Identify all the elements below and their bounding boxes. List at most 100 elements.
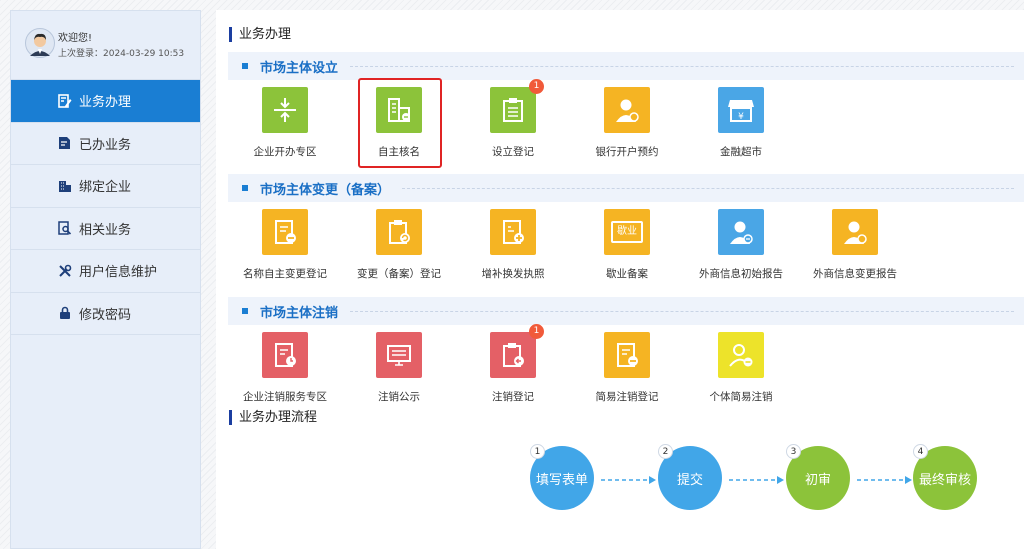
tile-bank-appointment[interactable]: 银行开户预约 [572,87,682,159]
sidebar-item-bind-company[interactable]: 绑定企业 [11,165,200,208]
section-title: 市场主体变更（备案） [260,182,391,198]
tile-cancel-registration[interactable]: 1 注销登记 [458,324,568,404]
sidebar-item-password[interactable]: 修改密码 [11,293,200,335]
flow-arrow-icon [857,476,912,484]
clipboard-refresh-icon [376,209,422,255]
clipboard-back-icon: 1 [490,324,544,378]
section-header-establish: 市场主体设立 [228,52,1024,80]
sidebar-item-label: 已办业务 [79,137,132,153]
tile-change-registration[interactable]: 变更（备案）登记 [344,209,454,281]
sidebar-item-label: 业务办理 [79,95,132,111]
section-bullet-icon [242,63,248,69]
tile-label: 歇业备案 [606,268,648,280]
doc-minus-icon [262,209,308,255]
svg-text:¥: ¥ [738,112,744,122]
flow-title: 业务办理流程 [229,410,317,425]
tile-label: 注销公示 [378,391,420,403]
sidebar-item-label: 相关业务 [79,222,132,238]
tile-individual-simple-cancel[interactable]: 个体简易注销 [686,332,796,404]
sidebar-item-business[interactable]: 业务办理 [11,80,200,123]
flow-arrow-icon [729,476,784,484]
shop-icon: ¥ [718,87,764,133]
tile-cancel-service-zone[interactable]: 企业注销服务专区 [230,332,340,404]
section-header-change: 市场主体变更（备案） [228,174,1024,202]
avatar [25,28,55,58]
flow-arrow-icon [601,476,656,484]
bank-person-icon [604,87,650,133]
step-label: 最终审核 [918,472,971,488]
tile-label: 企业开办专区 [253,146,317,158]
tile-label: 名称自主变更登记 [243,268,327,280]
tile-license-reissue[interactable]: 增补换发执照 [458,209,568,281]
sidebar-item-related[interactable]: 相关业务 [11,208,200,250]
step-label: 提交 [676,472,703,488]
compress-icon [262,87,308,133]
pause-business-label: 歇业 [611,221,643,243]
tile-finance-market[interactable]: ¥ 金融超市 [686,87,796,159]
tile-label: 外商信息变更报告 [813,268,897,280]
tile-label: 企业注销服务专区 [243,391,327,403]
tile-suspension-filing[interactable]: 歇业 歇业备案 [572,209,682,281]
flow-step-fill-form: 1 填写表单 [530,444,594,510]
lock-icon [57,305,73,321]
section-bullet-icon [242,185,248,191]
doc-clock-icon [262,332,308,378]
person-doc-icon [718,209,764,255]
tile-foreign-initial-report[interactable]: 外商信息初始报告 [686,209,796,281]
step-number: 4 [913,444,928,459]
flow-step-final-review: 4 最终审核 [913,444,977,510]
tile-label: 注销登记 [492,391,534,403]
done-doc-icon [57,135,73,151]
person-refresh-icon [832,209,878,255]
search-doc-icon [57,220,73,236]
step-number: 2 [658,444,673,459]
tile-registration[interactable]: 1 设立登记 [458,79,568,159]
tile-cancel-notice[interactable]: 注销公示 [344,332,454,404]
sidebar-item-label: 绑定企业 [79,180,132,196]
flow-step-initial-review: 3 初审 [786,444,850,510]
step-number: 1 [530,444,545,459]
tile-enterprise-zone[interactable]: 企业开办专区 [230,87,340,159]
sidebar-item-label: 用户信息维护 [79,265,158,281]
section-header-cancel: 市场主体注销 [228,297,1024,325]
doc-plus-icon [490,209,536,255]
tile-label: 外商信息初始报告 [699,268,783,280]
main-panel: 业务办理 市场主体设立 企业开办专区 自主核名 1 设立登记 银行开户预约 ¥ … [216,10,1024,549]
clipboard-icon: 1 [490,79,544,133]
sidebar-item-label: 修改密码 [79,307,132,323]
person-minus-icon [718,332,764,378]
welcome-text: 欢迎您! [58,33,93,44]
tile-label: 金融超市 [720,146,762,158]
tile-label: 增补换发执照 [481,268,545,280]
sidebar: 欢迎您! 上次登录：2024-03-29 10:53 业务办理 已办业务 绑定企… [10,10,201,549]
pause-business-icon: 歇业 [604,209,650,255]
tile-simple-cancel[interactable]: 简易注销登记 [572,332,682,404]
section-title: 市场主体注销 [260,305,339,321]
selection-highlight [358,78,442,168]
user-info: 欢迎您! 上次登录：2024-03-29 10:53 [11,11,200,80]
flow-step-submit: 2 提交 [658,444,722,510]
section-bullet-icon [242,308,248,314]
sidebar-item-user-info[interactable]: 用户信息维护 [11,250,200,293]
step-number: 3 [786,444,801,459]
notification-badge: 1 [529,324,544,339]
step-label: 初审 [804,472,831,488]
building-icon [57,178,73,194]
section-title: 市场主体设立 [260,60,339,76]
last-login-text: 上次登录：2024-03-29 10:53 [58,49,185,59]
tile-foreign-change-report[interactable]: 外商信息变更报告 [800,209,910,281]
page-title: 业务办理 [229,27,291,42]
notice-icon [376,332,422,378]
step-label: 填写表单 [535,472,588,488]
sidebar-item-done[interactable]: 已办业务 [11,123,200,165]
edit-doc-icon [57,93,73,109]
tile-label: 简易注销登记 [595,391,659,403]
tile-name-change[interactable]: 名称自主变更登记 [230,209,340,281]
tile-label: 银行开户预约 [595,146,659,158]
doc-minus-icon [604,332,650,378]
tile-label: 设立登记 [492,146,534,158]
tile-label: 变更（备案）登记 [357,268,441,280]
tile-label: 个体简易注销 [709,391,773,403]
tools-icon [57,263,73,279]
notification-badge: 1 [529,79,544,94]
